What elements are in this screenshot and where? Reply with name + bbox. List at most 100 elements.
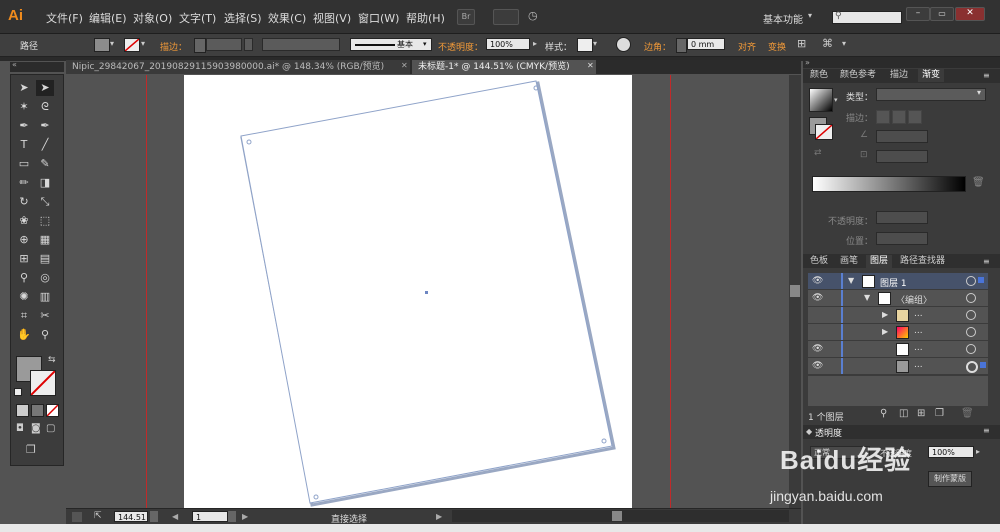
share-icon[interactable] [72, 512, 82, 522]
selection-indicator[interactable] [980, 362, 986, 368]
target-icon[interactable] [966, 276, 976, 286]
isolate-icon[interactable]: ⊞ [797, 37, 806, 50]
stroke-gradient-along-icon[interactable] [892, 110, 906, 124]
eraser-icon[interactable]: ◨ [36, 175, 54, 191]
screen-mode-icon[interactable]: ❐ [26, 443, 36, 456]
zoom-field[interactable]: 144.51 [114, 511, 148, 522]
variable-width-select[interactable] [262, 38, 340, 51]
layer-name[interactable]: 图层 1 [880, 276, 907, 289]
expand-triangle-icon[interactable]: ▼ [864, 293, 870, 302]
artboard-tool-icon[interactable]: ⌗ [15, 308, 33, 324]
transparency-opacity-chevron[interactable]: ▸ [976, 447, 980, 456]
swap-colors-icon[interactable]: ⇆ [48, 355, 56, 365]
pencil-icon[interactable]: ✏ [15, 175, 33, 191]
curvature-tool-icon[interactable]: ✒ [36, 118, 54, 134]
transparency-title[interactable]: 透明度 [815, 426, 842, 439]
warp-tool-icon[interactable]: ❀ [15, 213, 33, 229]
default-colors-icon[interactable] [14, 388, 22, 396]
search-input[interactable]: ⚲ [832, 11, 902, 24]
layer-name[interactable]: ... [914, 309, 923, 319]
expand-triangle-icon[interactable]: ▶ [882, 310, 888, 319]
selection-tool-icon[interactable]: ➤ [15, 80, 33, 96]
gradient-mode-icon[interactable] [31, 404, 44, 417]
layer-name[interactable]: ... [914, 326, 923, 336]
minimize-button[interactable]: – [906, 7, 930, 21]
pen-tool-icon[interactable]: ✒ [15, 118, 33, 134]
opacity-chevron-icon[interactable]: ▸ [533, 39, 537, 48]
tab-untitled-close-icon[interactable]: ✕ [587, 61, 594, 70]
tab-nipic[interactable]: Nipic_29842067_20190829115903980000.ai* … [66, 60, 410, 74]
layers-panel-menu-icon[interactable]: ≡ [983, 257, 990, 266]
stroke-label[interactable]: 描边： [160, 40, 187, 53]
scale-tool-icon[interactable]: ⤡ [36, 194, 54, 210]
target-icon[interactable] [966, 361, 978, 373]
panel-menu-icon[interactable]: ▾ [842, 39, 846, 48]
eyedropper-icon[interactable]: ⚲ [15, 270, 33, 286]
status-menu-icon[interactable]: ▶ [436, 512, 442, 521]
stroke-weight-field[interactable] [206, 38, 242, 51]
menu-effect[interactable]: 效果(C) [268, 10, 306, 26]
locate-object-icon[interactable]: ⚲ [880, 408, 887, 419]
menu-help[interactable]: 帮助(H) [406, 10, 445, 26]
arrange-docs-button[interactable] [493, 9, 519, 25]
symbol-sprayer-icon[interactable]: ✺ [15, 289, 33, 305]
visibility-eye-icon[interactable]: 👁 [812, 276, 823, 286]
gradient-type-select[interactable]: ▾ [876, 88, 986, 101]
layer-name[interactable]: ... [914, 343, 923, 353]
draw-normal-icon[interactable]: ◘ [16, 423, 24, 434]
reverse-gradient-icon[interactable]: ⇄ [814, 148, 822, 158]
line-tool-icon[interactable]: ╱ [36, 137, 54, 153]
style-swatch[interactable] [577, 38, 593, 52]
stroke-gradient-across-icon[interactable] [908, 110, 922, 124]
tab-brushes[interactable]: 画笔 [836, 255, 862, 268]
transparency-collapse-icon[interactable]: ◆ [806, 427, 812, 436]
stroke-stepper[interactable] [194, 38, 206, 53]
tab-color[interactable]: 颜色 [806, 69, 832, 82]
horizontal-scroll-thumb[interactable] [612, 511, 622, 521]
none-mode-icon[interactable] [46, 404, 59, 417]
transform-each-icon[interactable]: ⌘ [822, 37, 833, 50]
gradient-position-field[interactable] [876, 232, 928, 245]
artboard-field[interactable]: 1 [192, 511, 228, 522]
lasso-icon[interactable]: ᘓ [36, 99, 54, 115]
layer-row[interactable]: ▶ ... [808, 324, 988, 341]
transparency-menu-icon[interactable]: ≡ [983, 426, 990, 435]
fill-swatch[interactable] [94, 38, 110, 52]
menu-view[interactable]: 视图(V) [313, 10, 351, 26]
type-tool-icon[interactable]: T [15, 137, 33, 153]
slice-tool-icon[interactable]: ✂ [36, 308, 54, 324]
dock-expand-icon[interactable]: » [805, 58, 810, 67]
menu-edit[interactable]: 编辑(E) [89, 10, 127, 26]
tab-pathfinder[interactable]: 路径查找器 [896, 255, 949, 268]
style-chevron-icon[interactable]: ▾ [593, 39, 597, 48]
rotate-tool-icon[interactable]: ↻ [15, 194, 33, 210]
visibility-eye-icon[interactable]: 👁 [812, 361, 823, 371]
corner-stepper[interactable] [676, 38, 687, 53]
expand-triangle-icon[interactable]: ▼ [848, 276, 854, 285]
make-clip-mask-icon[interactable]: ◫ [899, 408, 908, 419]
blend-tool-icon[interactable]: ◎ [36, 270, 54, 286]
perspective-grid-icon[interactable]: ▦ [36, 232, 54, 248]
target-icon[interactable] [966, 310, 976, 320]
recolor-icon[interactable] [616, 37, 631, 52]
tab-gradient[interactable]: 渐变 [918, 69, 945, 82]
make-mask-button[interactable]: 制作蒙版 [928, 471, 972, 487]
opacity-label[interactable]: 不透明度： [438, 40, 483, 53]
gpu-icon[interactable]: ◷ [528, 9, 544, 23]
gradient-preview[interactable] [809, 88, 833, 112]
layer-row[interactable]: 👁 ▼ 〈编组〉 [808, 290, 988, 307]
stroke-chevron-icon[interactable]: ▾ [141, 39, 145, 48]
paintbrush-icon[interactable]: ✎ [36, 156, 54, 172]
selection-indicator[interactable] [978, 277, 984, 283]
shape-builder-icon[interactable]: ⊕ [15, 232, 33, 248]
target-icon[interactable] [966, 327, 976, 337]
gradient-opacity-field[interactable] [876, 211, 928, 224]
mesh-tool-icon[interactable]: ⊞ [15, 251, 33, 267]
horizontal-scrollbar[interactable] [452, 510, 789, 522]
artboard-chevron[interactable] [228, 511, 236, 522]
gradient-preview-chevron[interactable]: ▾ [834, 96, 838, 104]
menu-type[interactable]: 文字(T) [179, 10, 216, 26]
draw-inside-icon[interactable]: ▢ [46, 423, 55, 434]
column-graph-icon[interactable]: ▥ [36, 289, 54, 305]
layer-name[interactable]: ... [914, 360, 923, 370]
